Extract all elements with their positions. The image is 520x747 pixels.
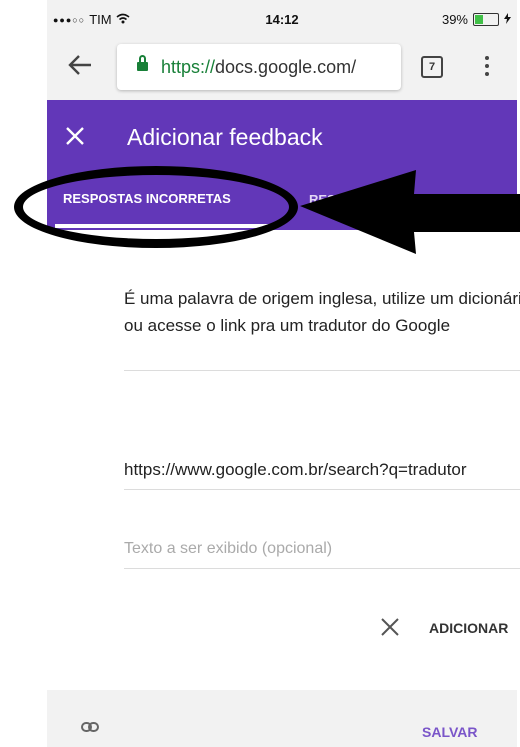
save-button[interactable]: SALVAR xyxy=(422,724,477,740)
lock-icon xyxy=(137,55,148,72)
feedback-text[interactable]: É uma palavra de origem inglesa, utilize… xyxy=(124,285,520,339)
more-menu-icon[interactable] xyxy=(477,54,497,80)
link-icon[interactable] xyxy=(81,722,99,732)
close-icon[interactable] xyxy=(65,124,85,150)
display-text-underline xyxy=(124,568,520,569)
tab-switcher-button[interactable]: 7 xyxy=(421,56,443,78)
browser-toolbar: https://docs.google.com/ 7 xyxy=(47,38,517,100)
battery-level xyxy=(475,15,483,24)
phone-screen: ●●●○○ TIM 14:12 39% https://docs.google.… xyxy=(47,0,520,747)
back-arrow-icon[interactable] xyxy=(67,52,97,84)
dialog-title: Adicionar feedback xyxy=(127,124,323,150)
address-bar[interactable]: https://docs.google.com/ xyxy=(117,44,401,90)
status-bar: ●●●○○ TIM 14:12 39% xyxy=(47,0,517,38)
url-text: https://docs.google.com/ xyxy=(161,57,356,78)
url-scheme: https:// xyxy=(161,57,216,77)
battery-group: 39% xyxy=(442,12,511,27)
dialog-footer: SALVAR xyxy=(47,690,517,747)
link-underline xyxy=(124,489,520,490)
battery-percent: 39% xyxy=(441,12,468,27)
link-url-field[interactable]: https://www.google.com.br/search?q=tradu… xyxy=(124,460,520,480)
annotation-ellipse xyxy=(14,166,298,248)
annotation-arrow xyxy=(300,170,520,254)
charging-icon xyxy=(504,12,511,27)
cancel-link-icon[interactable] xyxy=(380,614,400,642)
url-host: docs.google.com/ xyxy=(215,57,357,77)
feedback-underline xyxy=(124,370,520,371)
add-button[interactable]: ADICIONAR xyxy=(429,620,508,636)
battery-icon xyxy=(473,13,499,26)
display-text-field[interactable]: Texto a ser exibido (opcional) xyxy=(124,540,520,558)
